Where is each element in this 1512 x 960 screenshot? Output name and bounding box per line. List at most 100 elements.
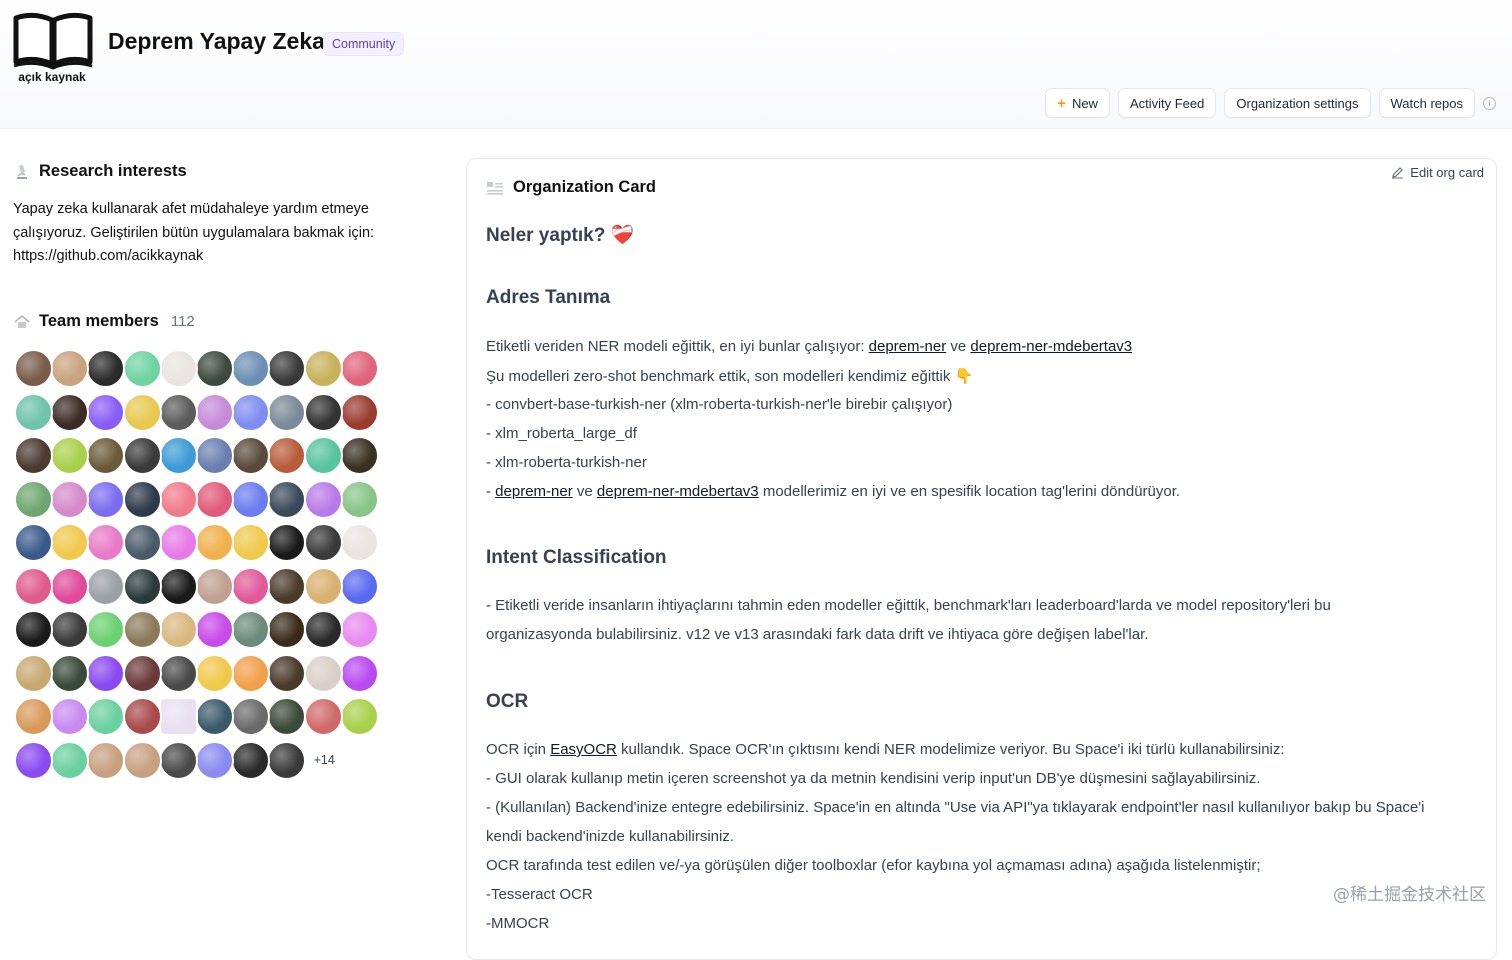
member-avatar[interactable] xyxy=(14,436,53,475)
activity-feed-button[interactable]: Activity Feed xyxy=(1117,88,1217,118)
member-avatar[interactable] xyxy=(14,566,53,606)
member-avatar[interactable] xyxy=(86,436,126,475)
member-avatar[interactable] xyxy=(122,566,162,606)
member-avatar[interactable] xyxy=(158,653,198,693)
member-avatar[interactable] xyxy=(86,392,126,432)
member-avatar[interactable] xyxy=(50,610,90,649)
member-avatar[interactable] xyxy=(267,436,307,475)
member-avatar[interactable] xyxy=(231,392,271,432)
member-avatar[interactable] xyxy=(122,392,162,432)
member-avatar[interactable] xyxy=(86,566,126,606)
member-avatar[interactable] xyxy=(86,697,126,736)
member-avatar[interactable] xyxy=(122,479,162,519)
member-avatar[interactable] xyxy=(14,740,53,780)
member-avatar[interactable] xyxy=(195,523,234,562)
member-avatar[interactable] xyxy=(158,349,198,388)
member-avatar[interactable] xyxy=(267,566,307,606)
member-avatar[interactable] xyxy=(267,697,307,736)
edit-org-card-button[interactable]: Edit org card xyxy=(1391,165,1484,180)
deprem-ner-link[interactable]: deprem-ner xyxy=(869,338,947,355)
member-avatar[interactable] xyxy=(158,740,198,780)
member-avatar[interactable] xyxy=(195,479,234,519)
organization-settings-button[interactable]: Organization settings xyxy=(1224,88,1371,118)
member-avatar[interactable] xyxy=(86,349,126,388)
member-avatar[interactable] xyxy=(303,697,343,736)
member-avatar[interactable] xyxy=(195,697,234,736)
info-icon[interactable]: i xyxy=(1483,96,1496,110)
member-avatar[interactable] xyxy=(339,610,379,649)
member-avatar[interactable] xyxy=(50,697,90,736)
member-avatar[interactable] xyxy=(50,479,90,519)
member-avatar[interactable] xyxy=(50,566,90,606)
member-avatar[interactable] xyxy=(231,436,271,475)
member-avatar[interactable] xyxy=(267,653,307,693)
member-avatar[interactable] xyxy=(14,523,53,562)
org-logo[interactable]: açık kaynak xyxy=(12,10,96,86)
deprem-ner-mdebertav3-link[interactable]: deprem-ner-mdebertav3 xyxy=(970,338,1132,355)
member-avatar[interactable] xyxy=(86,523,126,562)
member-avatar[interactable] xyxy=(231,523,271,562)
member-avatar[interactable] xyxy=(50,523,90,562)
more-members-count[interactable]: +14 xyxy=(314,753,335,767)
member-avatar[interactable] xyxy=(303,392,343,432)
member-avatar[interactable] xyxy=(303,523,343,562)
member-avatar[interactable] xyxy=(50,436,90,475)
member-avatar[interactable] xyxy=(231,740,271,780)
member-avatar[interactable] xyxy=(231,610,271,649)
member-avatar[interactable] xyxy=(339,479,379,519)
member-avatar[interactable] xyxy=(158,610,198,649)
member-avatar[interactable] xyxy=(267,479,307,519)
member-avatar[interactable] xyxy=(339,436,379,475)
member-avatar[interactable] xyxy=(267,392,307,432)
member-avatar[interactable] xyxy=(158,392,198,432)
member-avatar[interactable] xyxy=(86,479,126,519)
member-avatar[interactable] xyxy=(86,653,126,693)
member-avatar[interactable] xyxy=(86,740,126,780)
member-avatar[interactable] xyxy=(122,697,162,736)
member-avatar[interactable] xyxy=(303,610,343,649)
member-avatar[interactable] xyxy=(339,697,379,736)
member-avatar[interactable] xyxy=(267,740,307,780)
member-avatar[interactable] xyxy=(303,566,343,606)
member-avatar[interactable] xyxy=(122,349,162,388)
member-avatar[interactable] xyxy=(158,697,198,736)
member-avatar[interactable] xyxy=(195,610,234,649)
member-avatar[interactable] xyxy=(122,653,162,693)
member-avatar[interactable] xyxy=(303,653,343,693)
member-avatar[interactable] xyxy=(195,653,234,693)
member-avatar[interactable] xyxy=(195,436,234,475)
member-avatar[interactable] xyxy=(339,349,379,388)
member-avatar[interactable] xyxy=(158,523,198,562)
member-avatar[interactable] xyxy=(14,653,53,693)
member-avatar[interactable] xyxy=(267,610,307,649)
member-avatar[interactable] xyxy=(195,349,234,388)
research-text-link[interactable]: https://github.com/acikkaynak xyxy=(13,245,413,269)
member-avatar[interactable] xyxy=(122,610,162,649)
member-avatar[interactable] xyxy=(122,523,162,562)
member-avatar[interactable] xyxy=(231,697,271,736)
easyocr-link[interactable]: EasyOCR xyxy=(550,741,617,758)
member-avatar[interactable] xyxy=(14,349,53,388)
member-avatar[interactable] xyxy=(195,566,234,606)
member-avatar[interactable] xyxy=(339,392,379,432)
member-avatar[interactable] xyxy=(14,479,53,519)
member-avatar[interactable] xyxy=(303,479,343,519)
member-avatar[interactable] xyxy=(339,653,379,693)
deprem-ner-mdebertav3-link[interactable]: deprem-ner-mdebertav3 xyxy=(597,483,759,500)
member-avatar[interactable] xyxy=(195,392,234,432)
member-avatar[interactable] xyxy=(122,436,162,475)
member-avatar[interactable] xyxy=(267,523,307,562)
member-avatar[interactable] xyxy=(14,697,53,736)
member-avatar[interactable] xyxy=(339,523,379,562)
member-avatar[interactable] xyxy=(158,436,198,475)
member-avatar[interactable] xyxy=(303,436,343,475)
new-button[interactable]: + New xyxy=(1045,88,1110,118)
member-avatar[interactable] xyxy=(50,740,90,780)
member-avatar[interactable] xyxy=(231,653,271,693)
member-avatar[interactable] xyxy=(122,740,162,780)
member-avatar[interactable] xyxy=(50,349,90,388)
member-avatar[interactable] xyxy=(231,349,271,388)
member-avatar[interactable] xyxy=(14,610,53,649)
member-avatar[interactable] xyxy=(303,349,343,388)
member-avatar[interactable] xyxy=(14,392,53,432)
